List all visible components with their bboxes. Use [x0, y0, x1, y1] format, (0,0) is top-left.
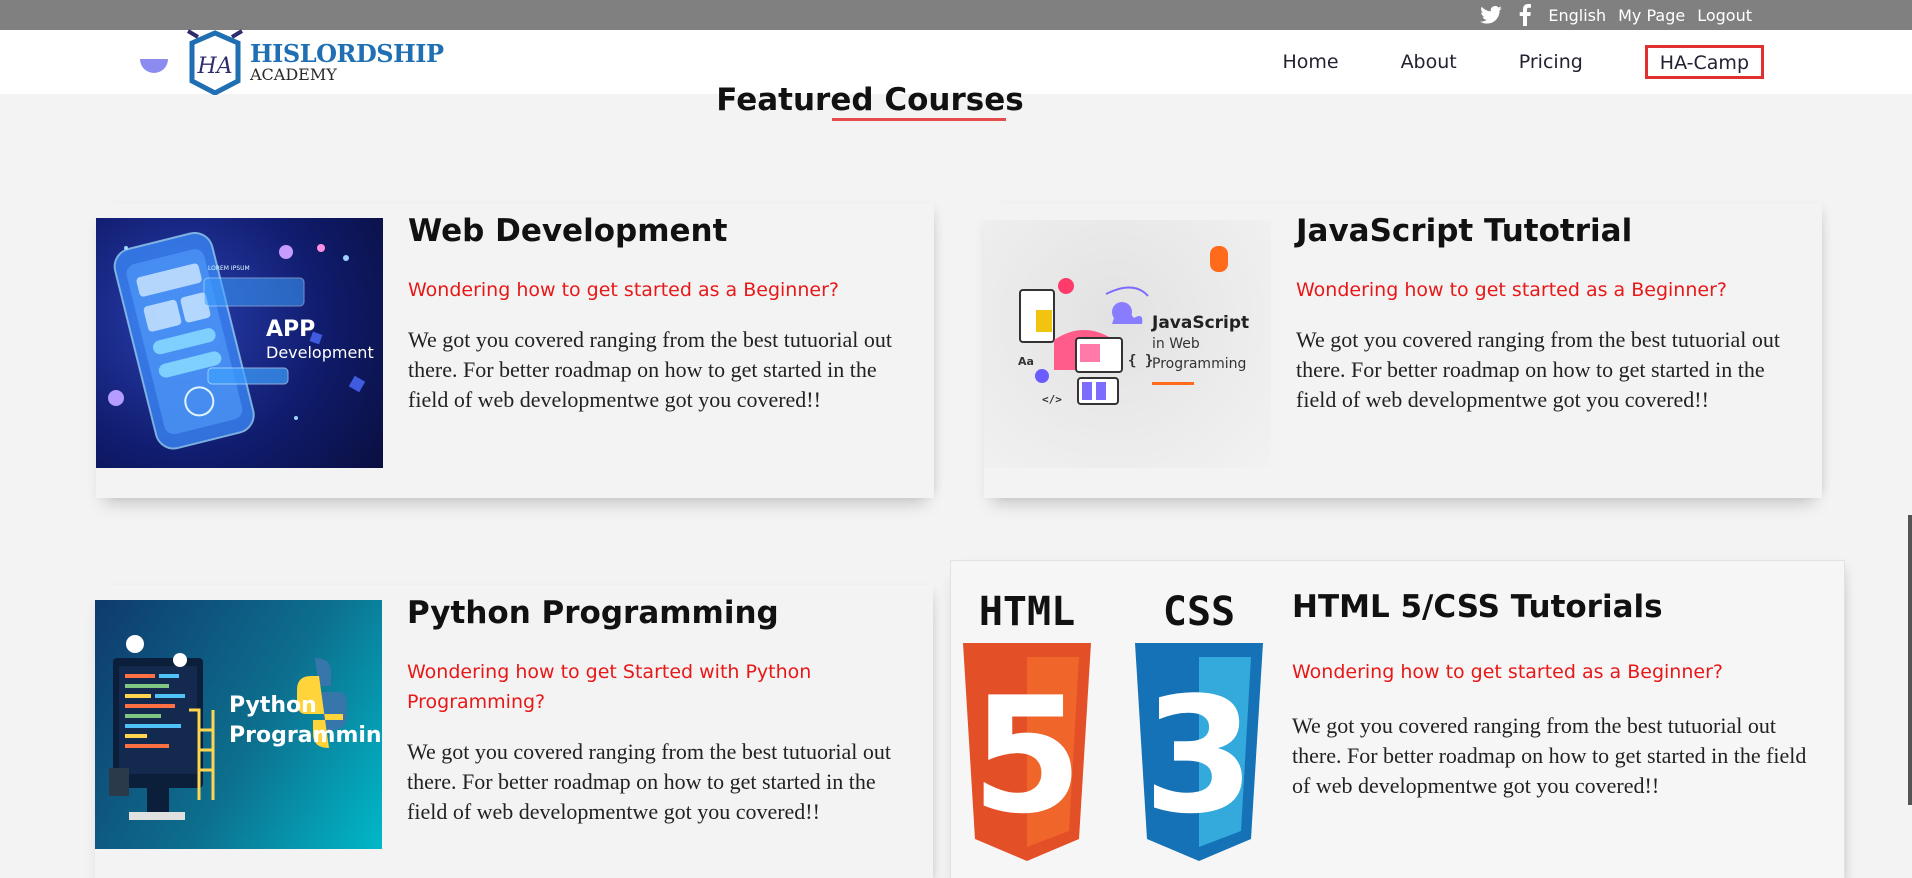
- course-title[interactable]: Python Programming: [407, 595, 779, 631]
- svg-text:{ }: { }: [1128, 353, 1153, 369]
- logout-link[interactable]: Logout: [1697, 6, 1752, 25]
- python-illustration: Python Programming: [109, 635, 382, 820]
- language-link[interactable]: English: [1548, 6, 1606, 25]
- twitter-icon[interactable]: [1480, 4, 1503, 26]
- course-title[interactable]: Web Development: [408, 213, 727, 249]
- course-title[interactable]: HTML 5/CSS Tutorials: [1292, 589, 1663, 625]
- course-subtitle: Wondering how to get started as a Beginn…: [1292, 661, 1723, 683]
- nav-ha-camp[interactable]: HA-Camp: [1644, 45, 1764, 79]
- course-thumbnail-html-css[interactable]: HTML CSS 5 3: [963, 591, 1275, 861]
- course-thumbnail-python[interactable]: Python Programming: [95, 600, 382, 849]
- thumb-javascript-label: JavaScript: [1151, 313, 1249, 333]
- course-title[interactable]: JavaScript Tutotrial: [1296, 213, 1632, 249]
- course-card-html-css[interactable]: HTML CSS 5 3 HTML 5/CSS Tutorials Wonder…: [950, 560, 1845, 878]
- my-page-link[interactable]: My Page: [1618, 6, 1685, 25]
- course-subtitle: Wondering how to get Started with Python…: [407, 661, 812, 713]
- page-title: Featured Courses: [716, 82, 1024, 118]
- course-card-javascript[interactable]: Aa </> { } JavaScript in Web Programming…: [984, 203, 1822, 498]
- course-thumbnail-web-development[interactable]: LOREM IPSUM APP Development: [96, 218, 383, 468]
- svg-text:Aa: Aa: [1018, 355, 1034, 368]
- html-logo-label: HTML: [979, 591, 1075, 635]
- course-description: We got you covered ranging from the best…: [1296, 327, 1780, 412]
- thumb-python-label: Python: [229, 693, 317, 718]
- course-card-python[interactable]: Python Programming Python Programming Wo…: [95, 585, 933, 878]
- page-scrollbar[interactable]: [1908, 515, 1912, 805]
- thumb-programming-label: Programming: [1152, 356, 1246, 372]
- course-description: We got you covered ranging from the best…: [408, 327, 892, 412]
- thumb-programming-label: Programming: [229, 723, 382, 748]
- nav-home[interactable]: Home: [1282, 51, 1338, 73]
- svg-text:</>: </>: [1042, 393, 1062, 406]
- course-description: We got you covered ranging from the best…: [407, 739, 891, 824]
- thumb-development-label: Development: [266, 343, 374, 362]
- thumb-small-label: LOREM IPSUM: [208, 265, 250, 272]
- thumb-inweb-label: in Web: [1152, 336, 1200, 352]
- brand-name: HISLORDSHIP ACADEMY: [250, 38, 444, 84]
- course-description: We got you covered ranging from the best…: [1292, 713, 1807, 798]
- app-development-illustration: LOREM IPSUM APP Development: [108, 231, 374, 450]
- brand-name-line1: HISLORDSHIP: [250, 38, 444, 68]
- title-underline: [832, 118, 1006, 121]
- javascript-illustration: Aa </> { } JavaScript in Web Programming: [1018, 246, 1249, 406]
- css3-number: 3: [1143, 662, 1254, 849]
- course-subtitle: Wondering how to get started as a Beginn…: [1296, 279, 1727, 301]
- course-thumbnail-javascript[interactable]: Aa </> { } JavaScript in Web Programming: [984, 220, 1271, 468]
- facebook-icon[interactable]: [1514, 4, 1536, 26]
- brand-name-line2: ACADEMY: [250, 64, 337, 84]
- top-utility-bar: English My Page Logout: [0, 0, 1912, 30]
- nav-pricing[interactable]: Pricing: [1519, 51, 1583, 73]
- course-card-web-development[interactable]: LOREM IPSUM APP Development Web Developm…: [96, 203, 934, 498]
- html5-number: 5: [971, 662, 1082, 849]
- thumb-app-label: APP: [266, 317, 315, 342]
- nav-about[interactable]: About: [1401, 51, 1457, 73]
- logo-monogram: HA: [196, 54, 232, 79]
- css-logo-label: CSS: [1163, 591, 1235, 635]
- logo-accent-dot: [140, 59, 168, 73]
- course-subtitle: Wondering how to get started as a Beginn…: [408, 279, 839, 301]
- html-css-logos-illustration: HTML CSS 5 3: [963, 591, 1263, 861]
